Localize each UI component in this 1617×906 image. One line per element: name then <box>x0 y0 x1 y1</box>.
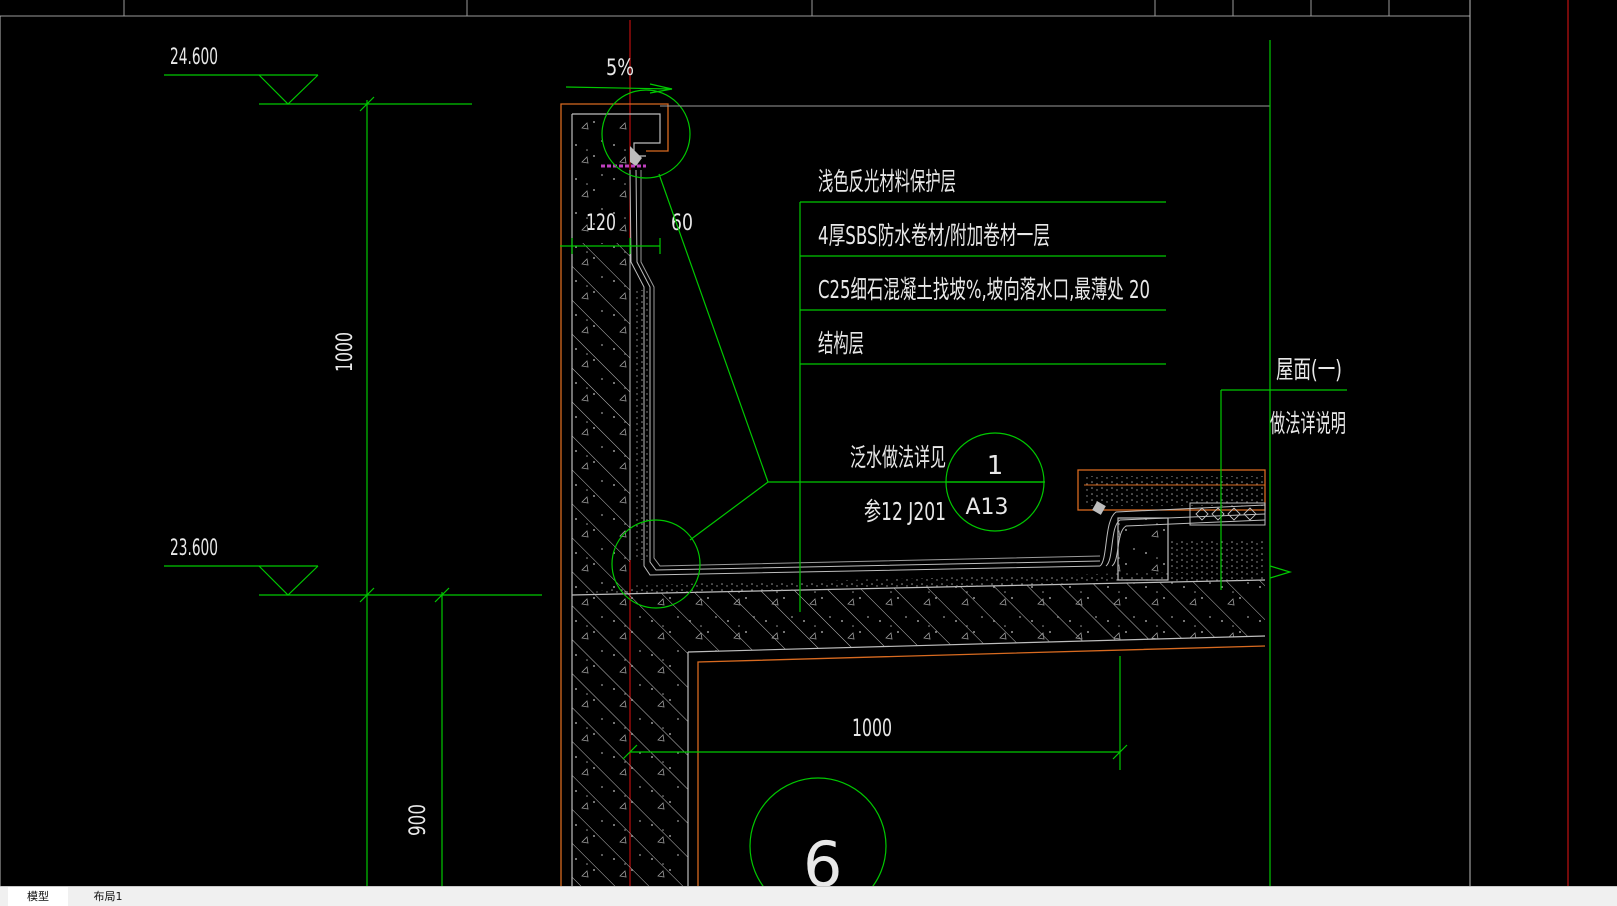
roof-slab <box>571 570 1266 886</box>
roof-note-line-2: 做法详说明 <box>1270 409 1346 438</box>
tab-layout-1-label: 布局1 <box>93 890 123 903</box>
tab-model-label: 模型 <box>27 890 49 903</box>
flashing-note-line-2: 参12 J201 <box>864 497 946 526</box>
layer-label-4: 结构层 <box>818 329 864 358</box>
layer-label-1: 浅色反光材料保护层 <box>818 167 956 196</box>
roof-note-line-1: 屋面(一) <box>1276 355 1342 384</box>
level-bottom-text: 23.600 <box>170 536 218 561</box>
slope-text: 5% <box>606 56 634 81</box>
layer-label-3: C25细石混凝土找坡%,坡向落水口,最薄处 20 <box>818 275 1150 304</box>
grid-label: 6 <box>803 828 842 886</box>
tab-layout-1[interactable]: 布局1 <box>76 887 140 906</box>
level-top-text: 24.600 <box>170 45 218 70</box>
cad-drawing-canvas[interactable]: 24.600 23.600 1000 900 5% 120 60 浅色反光材料保… <box>0 0 1617 886</box>
level-marker-top <box>164 74 472 105</box>
layout-tab-bar: 模型 布局1 <box>0 886 1617 906</box>
flashing-note-line-1: 泛水做法详见 <box>850 443 946 472</box>
dim-900-vertical-text: 900 <box>406 804 431 836</box>
tab-model[interactable]: 模型 <box>8 887 68 906</box>
dim-1000-bottom-text: 1000 <box>852 714 892 742</box>
dim-120-text: 120 <box>586 211 616 236</box>
roof-buildup <box>1077 469 1266 581</box>
detail-ref-number: 1 <box>987 451 1004 481</box>
title-strip <box>0 0 1470 17</box>
dim-1000-vertical-text: 1000 <box>333 332 358 372</box>
layer-label-2: 4厚SBS防水卷材/附加卷材一层 <box>818 221 1050 250</box>
cad-drawing: 24.600 23.600 1000 900 5% 120 60 浅色反光材料保… <box>0 0 1569 886</box>
level-marker-bottom <box>164 565 542 596</box>
frame-lines <box>0 0 1569 886</box>
dimension-vertical <box>359 96 450 886</box>
detail-ref-sheet: A13 <box>965 495 1008 520</box>
dim-60-text: 60 <box>671 211 693 236</box>
